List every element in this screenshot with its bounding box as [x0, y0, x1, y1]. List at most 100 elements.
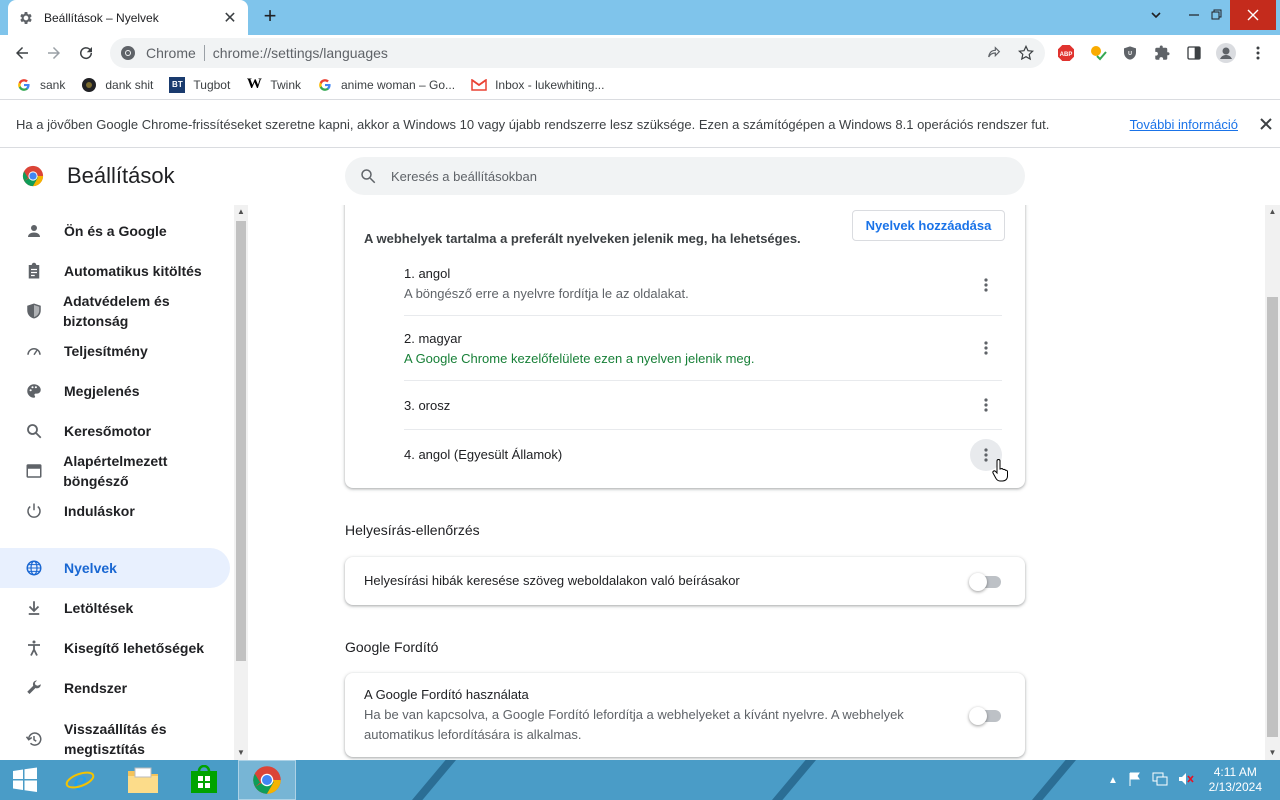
network-icon[interactable] — [1152, 772, 1168, 789]
language-sub: A böngésző erre a nyelvre fordítja le az… — [404, 286, 689, 301]
bookmark-item[interactable]: sank — [16, 77, 65, 93]
sidebar-item-search-engine[interactable]: Keresőmotor — [0, 411, 230, 451]
tab-settings[interactable]: Beállítások – Nyelvek ✕ — [8, 0, 248, 35]
sidebar-item-performance[interactable]: Teljesítmény — [0, 331, 230, 371]
extension-check-icon[interactable] — [1086, 41, 1110, 65]
tab-strip: Beállítások – Nyelvek ✕ + — [0, 0, 1280, 35]
main-scroll-thumb[interactable] — [1267, 297, 1278, 737]
sidebar-scrollbar[interactable]: ▲ ▼ — [234, 205, 248, 760]
svg-text:ABP: ABP — [1060, 52, 1073, 58]
spellcheck-toggle[interactable] — [969, 573, 1001, 591]
more-menu-icon[interactable] — [1246, 41, 1270, 65]
tab-search-chevron-icon[interactable] — [1136, 0, 1176, 30]
update-infobar: Ha a jövőben Google Chrome-frissítéseket… — [0, 102, 1280, 148]
spellcheck-card: Helyesírási hibák keresése szöveg webold… — [345, 557, 1025, 605]
window-close-icon[interactable] — [1230, 0, 1276, 30]
sidebar-item-label: Alapértelmezett böngésző — [63, 453, 168, 489]
bookmark-star-icon[interactable] — [1014, 41, 1038, 65]
sidebar-item-label: Letöltések — [64, 600, 134, 616]
forward-arrow-icon[interactable] — [42, 41, 66, 65]
sidebar-item-privacy[interactable]: Adatvédelem és biztonság — [0, 291, 230, 331]
reload-icon[interactable] — [74, 41, 98, 65]
adblock-extension-icon[interactable]: ABP — [1054, 41, 1078, 65]
sidebar-item-languages[interactable]: Nyelvek — [0, 548, 230, 588]
add-languages-button[interactable]: Nyelvek hozzáadása — [852, 210, 1005, 241]
omnibox-scheme: Chrome — [146, 45, 196, 61]
power-icon — [24, 501, 44, 521]
sidebar-item-reset[interactable]: Visszaállítás és megtisztítás — [0, 718, 230, 760]
gear-icon — [18, 10, 34, 26]
bookmark-label: Inbox - lukewhiting... — [495, 77, 605, 92]
wallpaper-streak — [765, 760, 823, 800]
profile-avatar-icon[interactable] — [1214, 41, 1238, 65]
file-explorer-icon[interactable] — [115, 760, 171, 800]
internet-explorer-icon[interactable]: e — [52, 760, 108, 800]
sidebar-item-on-startup[interactable]: Induláskor — [0, 491, 230, 531]
back-arrow-icon[interactable] — [10, 41, 34, 65]
toggle-knob — [969, 573, 987, 591]
languages-description: A webhelyek tartalma a preferált nyelvek… — [364, 231, 801, 246]
action-center-flag-icon[interactable] — [1128, 772, 1142, 789]
omnibox-url[interactable]: chrome://settings/languages — [213, 45, 388, 61]
bookmark-item[interactable]: BT Tugbot — [169, 76, 230, 93]
infobar-message: Ha a jövőben Google Chrome-frissítéseket… — [16, 117, 1050, 132]
side-panel-icon[interactable] — [1182, 41, 1206, 65]
globe-icon — [24, 558, 44, 578]
infobar-close-icon[interactable] — [1252, 114, 1280, 135]
sidebar-item-label: Adatvédelem és biztonság — [63, 293, 170, 329]
wallpaper-streak — [1025, 760, 1083, 800]
sidebar-item-system[interactable]: Rendszer — [0, 668, 230, 708]
bookmark-item[interactable]: W Twink — [246, 76, 301, 93]
more-actions-icon[interactable] — [970, 269, 1002, 301]
translate-toggle[interactable] — [969, 707, 1001, 725]
tray-expand-chevron-icon[interactable]: ▲ — [1108, 775, 1118, 786]
address-bar[interactable]: Chrome chrome://settings/languages — [110, 38, 1045, 68]
chrome-taskbar-icon[interactable] — [238, 760, 296, 800]
scroll-up-arrow-icon[interactable]: ▲ — [234, 205, 248, 219]
wallpaper-streak — [405, 760, 463, 800]
ublock-shield-icon[interactable]: U — [1118, 41, 1142, 65]
sidebar-item-accessibility[interactable]: Kisegítő lehetőségek — [0, 628, 230, 668]
windows-taskbar: e ▲ 4:11 AM 2/13/2024 — [0, 760, 1280, 800]
hand-cursor-icon — [991, 459, 1009, 483]
sidebar-item-label: Rendszer — [64, 680, 128, 696]
sidebar-scroll-thumb[interactable] — [236, 221, 246, 661]
sidebar-item-label: Automatikus kitöltés — [64, 263, 202, 279]
windows-start-icon[interactable] — [0, 760, 50, 800]
settings-search[interactable] — [345, 157, 1025, 195]
more-actions-icon[interactable] — [970, 332, 1002, 364]
sidebar-item-autofill[interactable]: Automatikus kitöltés — [0, 251, 230, 291]
close-icon[interactable]: ✕ — [222, 8, 238, 28]
settings-main: A webhelyek tartalma a preferált nyelvek… — [248, 205, 1265, 760]
store-icon[interactable] — [176, 760, 232, 800]
bookmark-item[interactable]: dank shit — [81, 77, 153, 93]
language-row: 4. angol (Egyesült Államok) — [404, 430, 1002, 480]
taskbar-clock[interactable]: 4:11 AM 2/13/2024 — [1209, 765, 1262, 795]
clipboard-icon — [24, 261, 44, 281]
sidebar-item-default-browser[interactable]: Alapértelmezett böngésző — [0, 451, 230, 491]
shield-icon — [24, 301, 43, 321]
scroll-down-arrow-icon[interactable]: ▼ — [234, 746, 248, 760]
svg-text:U: U — [1128, 51, 1132, 57]
search-input[interactable] — [391, 168, 991, 184]
sidebar-item-you-and-google[interactable]: Ön és a Google — [0, 211, 230, 251]
language-name: 1. angol — [404, 266, 451, 281]
sidebar-item-downloads[interactable]: Letöltések — [0, 588, 230, 628]
share-icon[interactable] — [982, 41, 1006, 65]
translate-label: A Google Fordító használata — [364, 687, 529, 702]
volume-muted-icon[interactable] — [1178, 772, 1194, 789]
infobar-more-link[interactable]: További információ — [1130, 117, 1238, 132]
bookmark-item[interactable]: Inbox - lukewhiting... — [471, 77, 604, 93]
scroll-up-arrow-icon[interactable]: ▲ — [1265, 205, 1280, 219]
language-sub: A Google Chrome kezelőfelülete ezen a ny… — [404, 351, 755, 366]
translate-description: Ha be van kapcsolva, a Google Fordító le… — [364, 707, 904, 742]
more-actions-icon[interactable] — [970, 389, 1002, 421]
new-tab-button[interactable]: + — [258, 5, 282, 29]
sidebar-item-label: Visszaállítás és megtisztítás — [64, 721, 167, 757]
sidebar-item-appearance[interactable]: Megjelenés — [0, 371, 230, 411]
main-scrollbar[interactable]: ▲ ▼ — [1265, 205, 1280, 760]
bookmark-item[interactable]: anime woman – Go... — [317, 77, 455, 93]
wikipedia-w-icon: W — [246, 76, 262, 92]
puzzle-extensions-icon[interactable] — [1150, 41, 1174, 65]
scroll-down-arrow-icon[interactable]: ▼ — [1265, 746, 1280, 760]
